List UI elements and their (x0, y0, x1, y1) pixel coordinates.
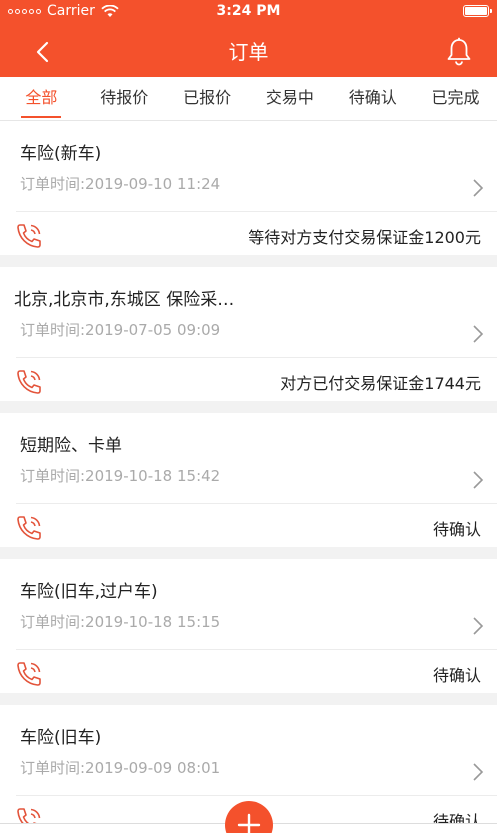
order-title: 短期险、卡单 (20, 436, 122, 456)
tab-all[interactable]: 全部 (0, 77, 83, 120)
order-time: 订单时间:2019-10-18 15:42 (20, 467, 221, 485)
chevron-right-icon (473, 325, 484, 343)
divider (16, 795, 497, 796)
order-title: 车险(新车) (20, 144, 102, 164)
divider (16, 649, 497, 650)
chevron-right-icon (473, 179, 484, 197)
status-time: 3:24 PM (216, 3, 281, 19)
tab-pending-confirm[interactable]: 待确认 (331, 77, 414, 120)
order-title: 北京,北京市,东城区 保险采… (14, 290, 235, 310)
order-status: 对方已付交易保证金1744元 (280, 374, 481, 393)
top-bar: Carrier 3:24 PM 订单 (0, 0, 497, 77)
tab-completed[interactable]: 已完成 (414, 77, 497, 120)
chevron-right-icon (473, 763, 484, 781)
divider (16, 503, 497, 504)
order-list: 车险(新车) 订单时间:2019-09-10 11:24 等待对方支付交易保证金… (0, 121, 497, 833)
order-card[interactable]: 北京,北京市,东城区 保险采… 订单时间:2019-07-05 09:09 对方… (0, 267, 497, 401)
battery-icon (463, 5, 492, 17)
chevron-right-icon (473, 617, 484, 635)
chevron-right-icon (473, 471, 484, 489)
page-title: 订单 (228, 40, 269, 64)
phone-icon[interactable] (14, 221, 44, 251)
order-title: 车险(旧车) (20, 728, 102, 748)
order-card[interactable]: 短期险、卡单 订单时间:2019-10-18 15:42 待确认 (0, 413, 497, 547)
order-status: 待确认 (432, 520, 481, 539)
order-time: 订单时间:2019-09-10 11:24 (20, 175, 221, 193)
order-time: 订单时间:2019-10-18 15:15 (20, 613, 221, 631)
status-bar: Carrier 3:24 PM (0, 0, 497, 24)
divider (16, 211, 497, 212)
order-title: 车险(旧车,过户车) (20, 582, 158, 602)
order-time: 订单时间:2019-09-09 08:01 (20, 759, 221, 777)
phone-icon[interactable] (14, 659, 44, 689)
phone-icon[interactable] (14, 513, 44, 543)
order-time: 订单时间:2019-07-05 09:09 (20, 321, 221, 339)
plus-icon (237, 813, 261, 833)
order-card[interactable]: 车险(新车) 订单时间:2019-09-10 11:24 等待对方支付交易保证金… (0, 121, 497, 255)
tab-in-trade[interactable]: 交易中 (248, 77, 331, 120)
order-card[interactable]: 车险(旧车,过户车) 订单时间:2019-10-18 15:15 待确认 (0, 559, 497, 693)
tab-quoted[interactable]: 已报价 (166, 77, 249, 120)
tab-pending-quote[interactable]: 待报价 (83, 77, 166, 120)
order-status: 等待对方支付交易保证金1200元 (248, 228, 481, 247)
order-tabs: 全部 待报价 已报价 交易中 待确认 已完成 (0, 77, 497, 121)
divider (16, 357, 497, 358)
phone-icon[interactable] (14, 367, 44, 397)
order-status: 待确认 (432, 666, 481, 685)
bell-icon[interactable] (445, 36, 473, 66)
